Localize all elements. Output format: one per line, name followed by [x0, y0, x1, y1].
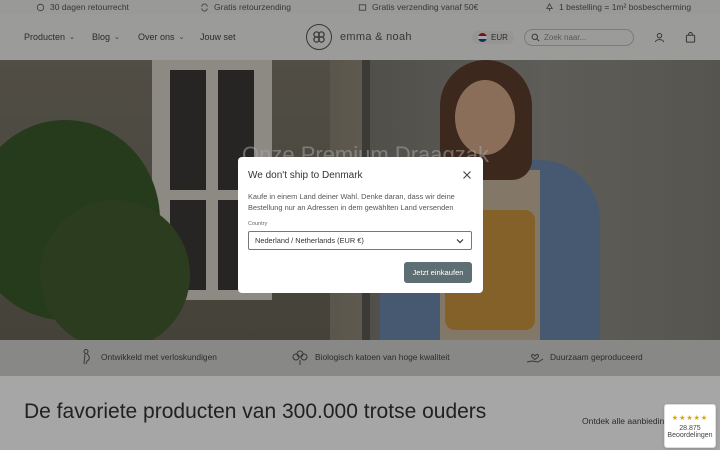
shop-now-button[interactable]: Jetzt einkaufen: [404, 262, 472, 283]
country-select[interactable]: Nederland / Netherlands (EUR €): [248, 231, 472, 250]
modal-body-text: Kaufe in einem Land deiner Wahl. Denke d…: [248, 192, 455, 212]
chevron-down-icon: [456, 239, 464, 244]
rating-label: Beoordelingen: [667, 431, 713, 439]
close-icon[interactable]: [462, 170, 472, 180]
rating-count: 28.875: [679, 424, 701, 432]
country-select-value: Nederland / Netherlands (EUR €): [255, 236, 364, 245]
country-label: Country: [248, 221, 268, 227]
star-rating: ★★★★★: [671, 414, 709, 422]
rating-badge[interactable]: ★★★★★ 28.875 Beoordelingen: [664, 404, 716, 448]
country-modal: We don't ship to Denmark Kaufe in einem …: [238, 157, 483, 293]
modal-title: We don't ship to Denmark: [248, 170, 363, 181]
